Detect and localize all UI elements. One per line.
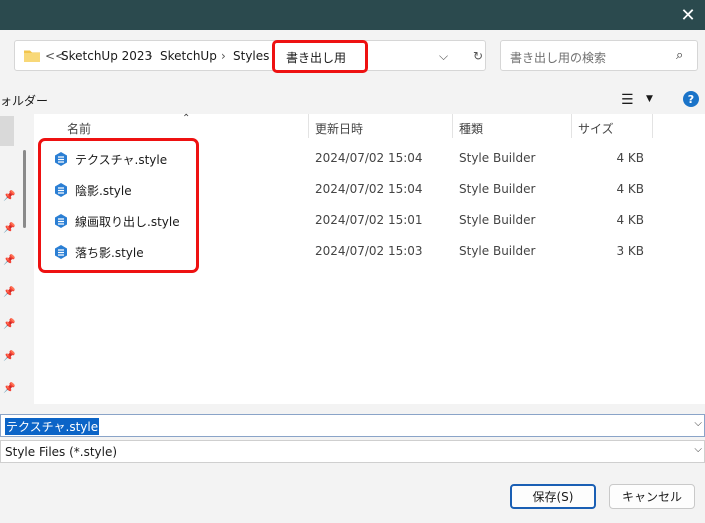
column-header-date[interactable]: 更新日時 (315, 120, 363, 137)
filetype-value: Style Files (*.style) (5, 445, 118, 459)
address-bar[interactable]: << SketchUp 2023 › SketchUp › Styles 書き出… (14, 40, 486, 71)
pin-icon[interactable]: 📌 (3, 255, 15, 266)
filetype-select[interactable]: Style Files (*.style) ⌵ (0, 440, 705, 463)
file-size: 4 KB (616, 182, 644, 196)
breadcrumb-sketchup2023[interactable]: SketchUp 2023 (61, 49, 152, 63)
organize-label[interactable]: ォルダー (0, 92, 48, 109)
filename-field[interactable]: テクスチャ.style ⌵ (0, 414, 705, 437)
refresh-icon[interactable]: ↻ (473, 49, 483, 63)
title-bar: ✕ (0, 0, 705, 30)
folder-icon (24, 50, 40, 62)
chevron-down-icon[interactable]: ⌵ (694, 418, 702, 429)
file-type: Style Builder (459, 244, 536, 258)
file-date: 2024/07/02 15:03 (315, 244, 423, 258)
pin-icon[interactable]: 📌 (3, 319, 15, 330)
breadcrumb-sketchup[interactable]: SketchUp (160, 49, 217, 63)
file-size: 4 KB (616, 151, 644, 165)
file-type: Style Builder (459, 182, 536, 196)
pin-icon[interactable]: 📌 (3, 383, 15, 394)
search-box[interactable]: 書き出し用の検索 ⌕ (500, 40, 698, 71)
annotation-highlight-folder (272, 40, 368, 73)
close-icon[interactable]: ✕ (671, 0, 705, 30)
file-date: 2024/07/02 15:04 (315, 151, 423, 165)
file-size: 3 KB (616, 244, 644, 258)
search-placeholder: 書き出し用の検索 (510, 51, 607, 65)
help-icon[interactable]: ? (683, 91, 699, 107)
column-divider[interactable] (308, 114, 309, 138)
file-type: Style Builder (459, 151, 536, 165)
pin-icon[interactable]: 📌 (3, 191, 15, 202)
search-icon[interactable]: ⌕ (676, 48, 683, 63)
column-divider[interactable] (452, 114, 453, 138)
column-header-size[interactable]: サイズ (578, 120, 614, 137)
column-header-type[interactable]: 種類 (459, 120, 483, 137)
sort-ascending-icon: ⌃ (182, 113, 191, 124)
navigation-scrollbar[interactable] (23, 150, 26, 228)
file-size: 4 KB (616, 213, 644, 227)
filename-value[interactable]: テクスチャ.style (5, 418, 100, 435)
file-date: 2024/07/02 15:04 (315, 182, 423, 196)
view-options-icon[interactable]: ☰ (621, 92, 634, 108)
breadcrumb-styles[interactable]: Styles (233, 49, 269, 63)
navigation-selected-item[interactable] (0, 116, 14, 146)
column-divider[interactable] (652, 114, 653, 138)
breadcrumb-separator[interactable]: › (221, 49, 226, 63)
view-dropdown-icon[interactable]: ▼ (646, 94, 653, 104)
chevron-down-icon[interactable]: ⌵ (439, 49, 448, 64)
chevron-down-icon[interactable]: ⌵ (694, 444, 702, 455)
column-header-name[interactable]: 名前 (67, 120, 91, 137)
save-button[interactable]: 保存(S) (510, 484, 596, 509)
column-divider[interactable] (571, 114, 572, 138)
pin-icon[interactable]: 📌 (3, 351, 15, 362)
toolbar: ォルダー ☰ ▼ (0, 84, 705, 114)
file-date: 2024/07/02 15:01 (315, 213, 423, 227)
cancel-button[interactable]: キャンセル (609, 484, 695, 509)
pin-icon[interactable]: 📌 (3, 287, 15, 298)
breadcrumb-separator[interactable]: › (148, 49, 153, 63)
pin-icon[interactable]: 📌 (3, 223, 15, 234)
annotation-highlight-files (38, 138, 199, 273)
file-type: Style Builder (459, 213, 536, 227)
